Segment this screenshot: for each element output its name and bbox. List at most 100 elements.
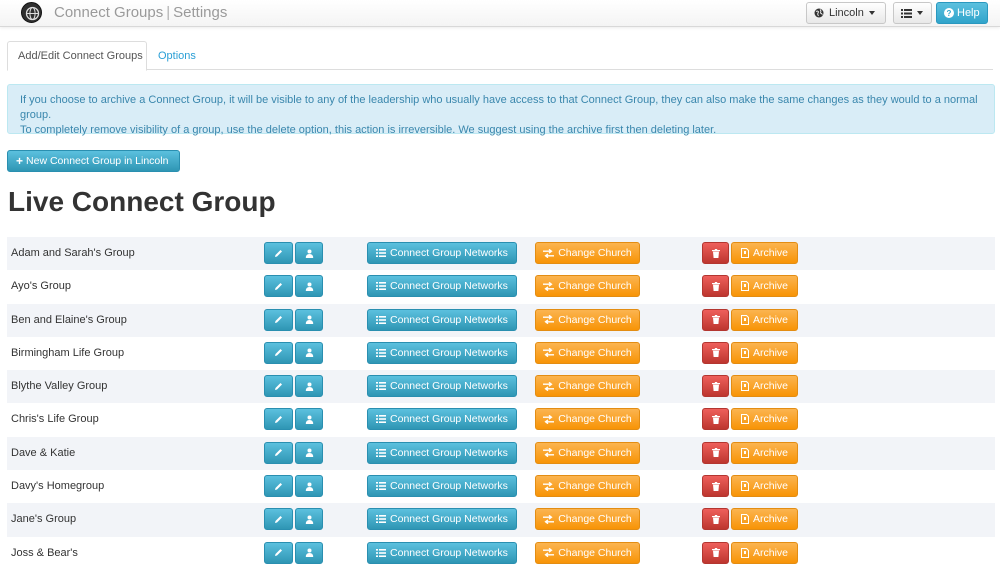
archive-button[interactable]: Archive xyxy=(731,475,798,498)
archive-button[interactable]: Archive xyxy=(731,242,798,264)
change-church-button[interactable]: Change Church xyxy=(535,275,640,298)
edit-button[interactable] xyxy=(264,242,293,264)
change-church-button[interactable]: Change Church xyxy=(535,408,640,431)
change-church-button[interactable]: Change Church xyxy=(535,308,640,331)
connect-group-networks-button[interactable]: Connect Group Networks xyxy=(367,475,517,498)
delete-button[interactable] xyxy=(702,375,729,398)
delete-button[interactable] xyxy=(702,308,729,331)
connect-group-networks-button[interactable]: Connect Group Networks xyxy=(367,541,517,564)
leaders-button[interactable] xyxy=(295,441,323,464)
archive-button[interactable]: Archive xyxy=(731,275,798,298)
change-church-button[interactable]: Change Church xyxy=(535,508,640,531)
page-title: Live Connect Group xyxy=(8,186,276,217)
archive-button[interactable]: Archive xyxy=(731,308,798,331)
edit-button[interactable] xyxy=(264,375,293,398)
connect-group-networks-button[interactable]: Connect Group Networks xyxy=(367,441,517,464)
edit-button[interactable] xyxy=(264,308,293,331)
trash-icon xyxy=(711,315,720,325)
new-connect-group-label: New Connect Group in Lincoln xyxy=(26,155,169,167)
archive-file-icon xyxy=(740,414,749,425)
settings-tabs: Add/Edit Connect Groups Options xyxy=(7,41,993,71)
delete-button[interactable] xyxy=(702,341,729,364)
networks-label: Connect Group Networks xyxy=(390,546,508,559)
leaders-button[interactable] xyxy=(295,375,323,398)
leaders-button[interactable] xyxy=(295,341,323,364)
archive-button[interactable]: Archive xyxy=(731,375,798,398)
globe-logo-icon[interactable] xyxy=(21,2,42,23)
archive-file-icon xyxy=(740,248,749,258)
pencil-icon xyxy=(275,449,282,457)
leaders-button[interactable] xyxy=(295,242,323,264)
archive-button[interactable]: Archive xyxy=(731,341,798,364)
change-church-button[interactable]: Change Church xyxy=(535,341,640,364)
change-church-button[interactable]: Change Church xyxy=(535,441,640,464)
leaders-button[interactable] xyxy=(295,541,323,564)
archive-file-icon xyxy=(740,314,749,325)
church-dropdown-button[interactable]: Lincoln xyxy=(806,2,886,24)
tab-add-edit-connect-groups[interactable]: Add/Edit Connect Groups xyxy=(7,41,147,71)
connect-group-networks-button[interactable]: Connect Group Networks xyxy=(367,508,517,531)
archive-button[interactable]: Archive xyxy=(731,441,798,464)
archive-label: Archive xyxy=(752,346,788,359)
list-icon xyxy=(376,348,387,357)
help-button[interactable]: ? Help xyxy=(936,2,988,24)
change-church-button[interactable]: Change Church xyxy=(535,475,640,498)
archive-button[interactable]: Archive xyxy=(731,508,798,531)
edit-button[interactable] xyxy=(264,275,293,298)
change-church-label: Change Church xyxy=(558,346,632,359)
connect-group-networks-button[interactable]: Connect Group Networks xyxy=(367,242,517,264)
trash-icon xyxy=(711,281,720,291)
help-label: Help xyxy=(957,7,980,19)
leaders-button[interactable] xyxy=(295,475,323,498)
list-item: Birmingham Life Group Connect Group Netw… xyxy=(7,337,995,370)
leaders-button[interactable] xyxy=(295,408,323,431)
leaders-button[interactable] xyxy=(295,275,323,298)
connect-group-networks-button[interactable]: Connect Group Networks xyxy=(367,341,517,364)
group-name: Joss & Bear's xyxy=(11,546,78,559)
group-name: Chris's Life Group xyxy=(11,413,99,426)
connect-group-networks-button[interactable]: Connect Group Networks xyxy=(367,375,517,398)
archive-label: Archive xyxy=(752,247,788,259)
exchange-arrows-icon xyxy=(543,481,555,491)
exchange-arrows-icon xyxy=(543,248,555,258)
pencil-icon xyxy=(275,382,282,390)
edit-button[interactable] xyxy=(264,341,293,364)
delete-button[interactable] xyxy=(702,475,729,498)
apps-dropdown-button[interactable] xyxy=(893,2,932,24)
archive-file-icon xyxy=(740,514,749,525)
archive-file-icon xyxy=(740,347,749,358)
edit-button[interactable] xyxy=(264,541,293,564)
list-icon xyxy=(376,282,387,291)
archive-file-icon xyxy=(740,547,749,558)
edit-button[interactable] xyxy=(264,408,293,431)
pencil-icon xyxy=(275,249,282,257)
delete-button[interactable] xyxy=(702,541,729,564)
delete-button[interactable] xyxy=(702,441,729,464)
change-church-button[interactable]: Change Church xyxy=(535,242,640,264)
delete-button[interactable] xyxy=(702,242,729,264)
trash-icon xyxy=(711,381,720,391)
archive-file-icon xyxy=(740,481,749,492)
delete-button[interactable] xyxy=(702,508,729,531)
tab-options[interactable]: Options xyxy=(148,41,206,70)
new-connect-group-button[interactable]: + New Connect Group in Lincoln xyxy=(7,150,180,172)
leaders-button[interactable] xyxy=(295,308,323,331)
delete-button[interactable] xyxy=(702,275,729,298)
edit-button[interactable] xyxy=(264,441,293,464)
trash-icon xyxy=(711,348,720,358)
connect-group-networks-button[interactable]: Connect Group Networks xyxy=(367,275,517,298)
connect-group-networks-button[interactable]: Connect Group Networks xyxy=(367,408,517,431)
edit-button[interactable] xyxy=(264,508,293,531)
archive-button[interactable]: Archive xyxy=(731,541,798,564)
brand-secondary: Settings xyxy=(173,4,228,21)
chevron-down-icon xyxy=(868,11,875,15)
edit-button[interactable] xyxy=(264,475,293,498)
archive-button[interactable]: Archive xyxy=(731,408,798,431)
change-church-button[interactable]: Change Church xyxy=(535,541,640,564)
connect-group-networks-button[interactable]: Connect Group Networks xyxy=(367,308,517,331)
leaders-button[interactable] xyxy=(295,508,323,531)
page-heading: Connect Groups | Settings xyxy=(54,4,227,21)
delete-button[interactable] xyxy=(702,408,729,431)
change-church-button[interactable]: Change Church xyxy=(535,375,640,398)
list-item: Ben and Elaine's Group Connect Group Net… xyxy=(7,303,995,337)
